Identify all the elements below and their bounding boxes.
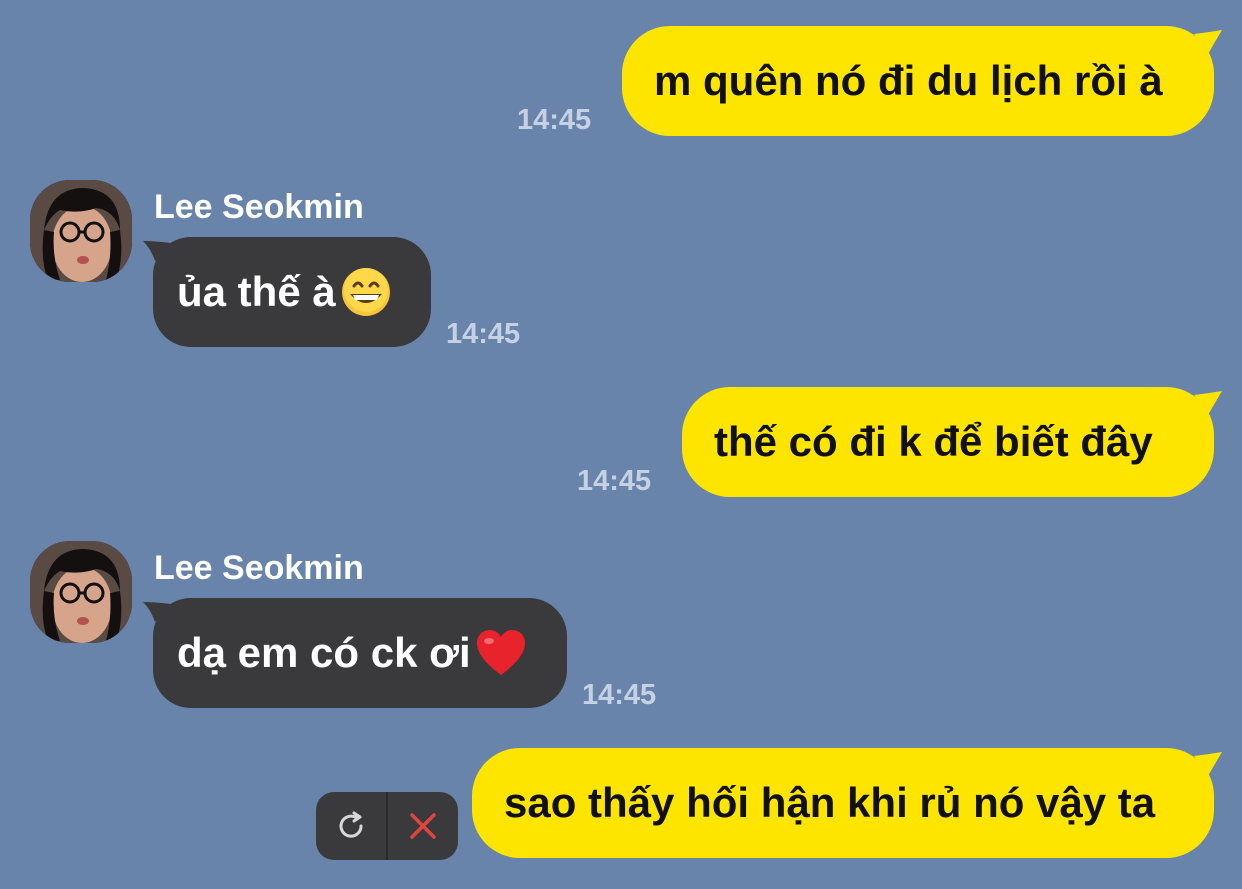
delete-button[interactable] — [388, 792, 458, 860]
message-timestamp: 14:45 — [577, 465, 652, 497]
bubble-tail — [1194, 391, 1222, 415]
bubble-tail — [1194, 30, 1222, 54]
retry-icon — [339, 811, 363, 838]
profile-photo — [30, 180, 132, 282]
message-text: ủa thế à — [177, 268, 336, 315]
outgoing-message-bubble[interactable]: thế có đi k để biết đây — [682, 387, 1222, 497]
bubble-tail — [143, 602, 171, 622]
avatar[interactable] — [30, 180, 132, 282]
message-timestamp: 14:45 — [517, 104, 592, 136]
incoming-message-bubble[interactable]: dạ em có ck ơi — [143, 598, 567, 708]
profile-photo — [30, 541, 132, 643]
message-text: dạ em có ck ơi — [177, 629, 471, 676]
message-timestamp: 14:45 — [582, 679, 657, 711]
message-timestamp: 14:45 — [446, 318, 521, 350]
red-heart-icon — [476, 630, 525, 675]
outgoing-message-bubble[interactable]: sao thấy hối hận khi rủ nó vậy ta — [472, 748, 1222, 858]
grinning-face-icon — [341, 268, 390, 316]
sender-name: Lee Seokmin — [154, 549, 364, 587]
close-icon — [410, 813, 436, 839]
message-text: m quên nó đi du lịch rồi à — [654, 57, 1163, 104]
outgoing-message-bubble[interactable]: m quên nó đi du lịch rồi à — [622, 26, 1222, 136]
retry-button[interactable] — [316, 792, 386, 860]
incoming-message-bubble[interactable]: ủa thế à — [143, 237, 431, 347]
message-text: sao thấy hối hận khi rủ nó vậy ta — [504, 779, 1156, 826]
chat-area: 14:45 m quên nó đi du lịch rồi à Lee Seo… — [0, 0, 1242, 889]
avatar[interactable] — [30, 541, 132, 643]
failed-message-actions — [316, 792, 458, 860]
sender-name: Lee Seokmin — [154, 188, 364, 226]
message-text: thế có đi k để biết đây — [714, 418, 1153, 465]
bubble-tail — [1194, 752, 1222, 776]
bubble-tail — [143, 241, 171, 261]
